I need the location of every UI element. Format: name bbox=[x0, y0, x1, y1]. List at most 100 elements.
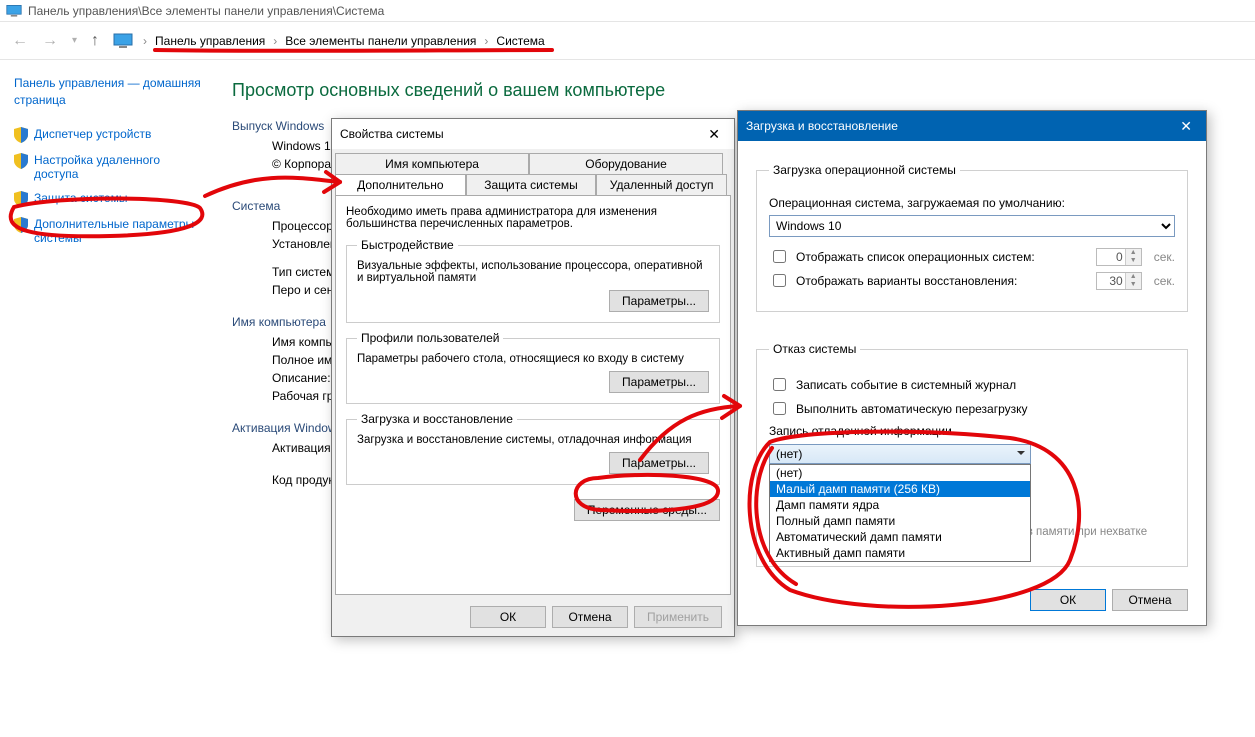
group-desc: Визуальные эффекты, использование процес… bbox=[357, 260, 709, 284]
auto-restart-checkbox[interactable] bbox=[773, 402, 786, 415]
spin-down-icon[interactable]: ▼ bbox=[1125, 281, 1141, 289]
spin-up-icon[interactable]: ▲ bbox=[1125, 249, 1141, 257]
os-list-seconds-spinner[interactable]: ▲▼ bbox=[1096, 248, 1142, 266]
ok-button[interactable]: ОК bbox=[1030, 589, 1106, 611]
nav-recent-icon[interactable]: ▾ bbox=[68, 33, 81, 48]
spin-up-icon[interactable]: ▲ bbox=[1125, 273, 1141, 281]
default-os-label: Операционная система, загружаемая по умо… bbox=[769, 196, 1065, 210]
tab-system-protection[interactable]: Защита системы bbox=[466, 174, 597, 195]
dialog-titlebar[interactable]: Загрузка и восстановление ✕ bbox=[738, 111, 1206, 141]
close-icon[interactable]: ✕ bbox=[702, 124, 726, 145]
performance-settings-button[interactable]: Параметры... bbox=[609, 290, 709, 312]
dump-type-selected[interactable]: (нет) bbox=[769, 444, 1031, 464]
sidebar-item-label: Защита системы bbox=[34, 191, 127, 205]
sidebar-item-label: Диспетчер устройств bbox=[34, 127, 151, 141]
dialog-buttons: ОК Отмена bbox=[756, 575, 1188, 611]
group-user-profiles: Профили пользователей Параметры рабочего… bbox=[346, 331, 720, 404]
auto-restart-label: Выполнить автоматическую перезагрузку bbox=[796, 402, 1028, 416]
group-startup-recovery: Загрузка и восстановление Загрузка и вос… bbox=[346, 412, 720, 485]
group-system-failure: Отказ системы Записать событие в системн… bbox=[756, 342, 1188, 567]
sidebar-item-label: Настройка удаленного доступа bbox=[34, 153, 206, 181]
group-legend: Отказ системы bbox=[769, 342, 860, 356]
tab-strip: Имя компьютера Оборудование Дополнительн… bbox=[332, 149, 734, 195]
chevron-right-icon: › bbox=[484, 34, 488, 48]
tab-computer-name[interactable]: Имя компьютера bbox=[335, 153, 529, 174]
dialog-system-properties: Свойства системы ✕ Имя компьютера Оборуд… bbox=[331, 118, 735, 637]
dump-option[interactable]: Активный дамп памяти bbox=[770, 545, 1030, 561]
window-titlebar: Панель управления\Все элементы панели уп… bbox=[0, 0, 1255, 22]
breadcrumb[interactable]: › Панель управления › Все элементы панел… bbox=[113, 33, 545, 49]
dialog-buttons: ОК Отмена Применить bbox=[332, 598, 734, 636]
show-os-list-checkbox[interactable] bbox=[773, 250, 786, 263]
tab-remote[interactable]: Удаленный доступ bbox=[596, 174, 727, 195]
dialog-startup-recovery: Загрузка и восстановление ✕ Загрузка опе… bbox=[737, 110, 1207, 626]
spin-down-icon[interactable]: ▼ bbox=[1125, 257, 1141, 265]
shield-icon bbox=[14, 217, 28, 233]
write-event-checkbox[interactable] bbox=[773, 378, 786, 391]
shield-icon bbox=[14, 127, 28, 143]
group-legend: Быстродействие bbox=[357, 238, 458, 252]
admin-note: Необходимо иметь права администратора дл… bbox=[346, 206, 720, 230]
shield-icon bbox=[14, 153, 28, 169]
nav-back-icon[interactable]: ← bbox=[8, 30, 32, 52]
dialog-titlebar[interactable]: Свойства системы ✕ bbox=[332, 119, 734, 149]
breadcrumb-seg-1[interactable]: Панель управления bbox=[155, 34, 265, 48]
window-title: Панель управления\Все элементы панели уп… bbox=[28, 4, 384, 18]
show-recovery-checkbox[interactable] bbox=[773, 274, 786, 287]
dump-info-label: Запись отладочной информации bbox=[769, 424, 1175, 438]
close-icon[interactable]: ✕ bbox=[1174, 116, 1198, 137]
group-performance: Быстродействие Визуальные эффекты, испол… bbox=[346, 238, 720, 323]
cancel-button[interactable]: Отмена bbox=[1112, 589, 1188, 611]
dump-option[interactable]: Автоматический дамп памяти bbox=[770, 529, 1030, 545]
dump-option[interactable]: Малый дамп памяти (256 КВ) bbox=[770, 481, 1030, 497]
default-os-select[interactable]: Windows 10 bbox=[769, 215, 1175, 237]
write-event-label: Записать событие в системный журнал bbox=[796, 378, 1016, 392]
tab-advanced[interactable]: Дополнительно bbox=[335, 174, 466, 195]
seconds-unit: сек. bbox=[1154, 250, 1175, 264]
apply-button[interactable]: Применить bbox=[634, 606, 722, 628]
group-legend: Профили пользователей bbox=[357, 331, 503, 345]
chevron-right-icon: › bbox=[273, 34, 277, 48]
sidebar-home-link[interactable]: Панель управления — домашняя страница bbox=[14, 75, 206, 109]
nav-forward-icon[interactable]: → bbox=[38, 30, 62, 52]
dump-type-options-list: (нет) Малый дамп памяти (256 КВ) Дамп па… bbox=[769, 464, 1031, 562]
nav-up-icon[interactable]: ↑ bbox=[87, 30, 103, 52]
recovery-seconds-value[interactable] bbox=[1097, 273, 1125, 289]
sidebar-item-advanced[interactable]: Дополнительные параметры системы bbox=[14, 217, 206, 245]
seconds-unit: сек. bbox=[1154, 274, 1175, 288]
recovery-seconds-spinner[interactable]: ▲▼ bbox=[1096, 272, 1142, 290]
dump-option[interactable]: Дамп памяти ядра bbox=[770, 497, 1030, 513]
cancel-button[interactable]: Отмена bbox=[552, 606, 628, 628]
page-title: Просмотр основных сведений о вашем компь… bbox=[232, 80, 1245, 101]
group-legend: Загрузка операционной системы bbox=[769, 163, 960, 177]
dump-option[interactable]: (нет) bbox=[770, 465, 1030, 481]
sidebar: Панель управления — домашняя страница Ди… bbox=[0, 60, 220, 270]
sidebar-item-device-manager[interactable]: Диспетчер устройств bbox=[14, 127, 206, 143]
chevron-right-icon: › bbox=[143, 34, 147, 48]
ok-button[interactable]: ОК bbox=[470, 606, 546, 628]
breadcrumb-seg-2[interactable]: Все элементы панели управления bbox=[285, 34, 476, 48]
show-recovery-label: Отображать варианты восстановления: bbox=[796, 274, 1090, 288]
dialog-title: Загрузка и восстановление bbox=[746, 119, 898, 133]
sidebar-item-protection[interactable]: Защита системы bbox=[14, 191, 206, 207]
dump-option[interactable]: Полный дамп памяти bbox=[770, 513, 1030, 529]
env-vars-button[interactable]: Переменные среды... bbox=[574, 499, 720, 521]
sidebar-item-remote[interactable]: Настройка удаленного доступа bbox=[14, 153, 206, 181]
dialog-title: Свойства системы bbox=[340, 127, 444, 141]
group-legend: Загрузка и восстановление bbox=[357, 412, 517, 426]
startup-settings-button[interactable]: Параметры... bbox=[609, 452, 709, 474]
sidebar-item-label: Дополнительные параметры системы bbox=[34, 217, 206, 245]
profiles-settings-button[interactable]: Параметры... bbox=[609, 371, 709, 393]
nav-row: ← → ▾ ↑ › Панель управления › Все элемен… bbox=[0, 22, 1255, 60]
control-panel-icon bbox=[6, 4, 22, 18]
os-list-seconds-value[interactable] bbox=[1097, 249, 1125, 265]
location-icon bbox=[113, 33, 133, 49]
dump-type-dropdown[interactable]: (нет) (нет) Малый дамп памяти (256 КВ) Д… bbox=[769, 444, 1031, 464]
breadcrumb-seg-3[interactable]: Система bbox=[496, 34, 544, 48]
tab-hardware[interactable]: Оборудование bbox=[529, 153, 723, 174]
show-os-list-label: Отображать список операционных систем: bbox=[796, 250, 1090, 264]
tab-panel-advanced: Необходимо иметь права администратора дл… bbox=[335, 195, 731, 595]
group-desc: Параметры рабочего стола, относящиеся ко… bbox=[357, 353, 709, 365]
group-os-boot: Загрузка операционной системы Операционн… bbox=[756, 163, 1188, 312]
shield-icon bbox=[14, 191, 28, 207]
